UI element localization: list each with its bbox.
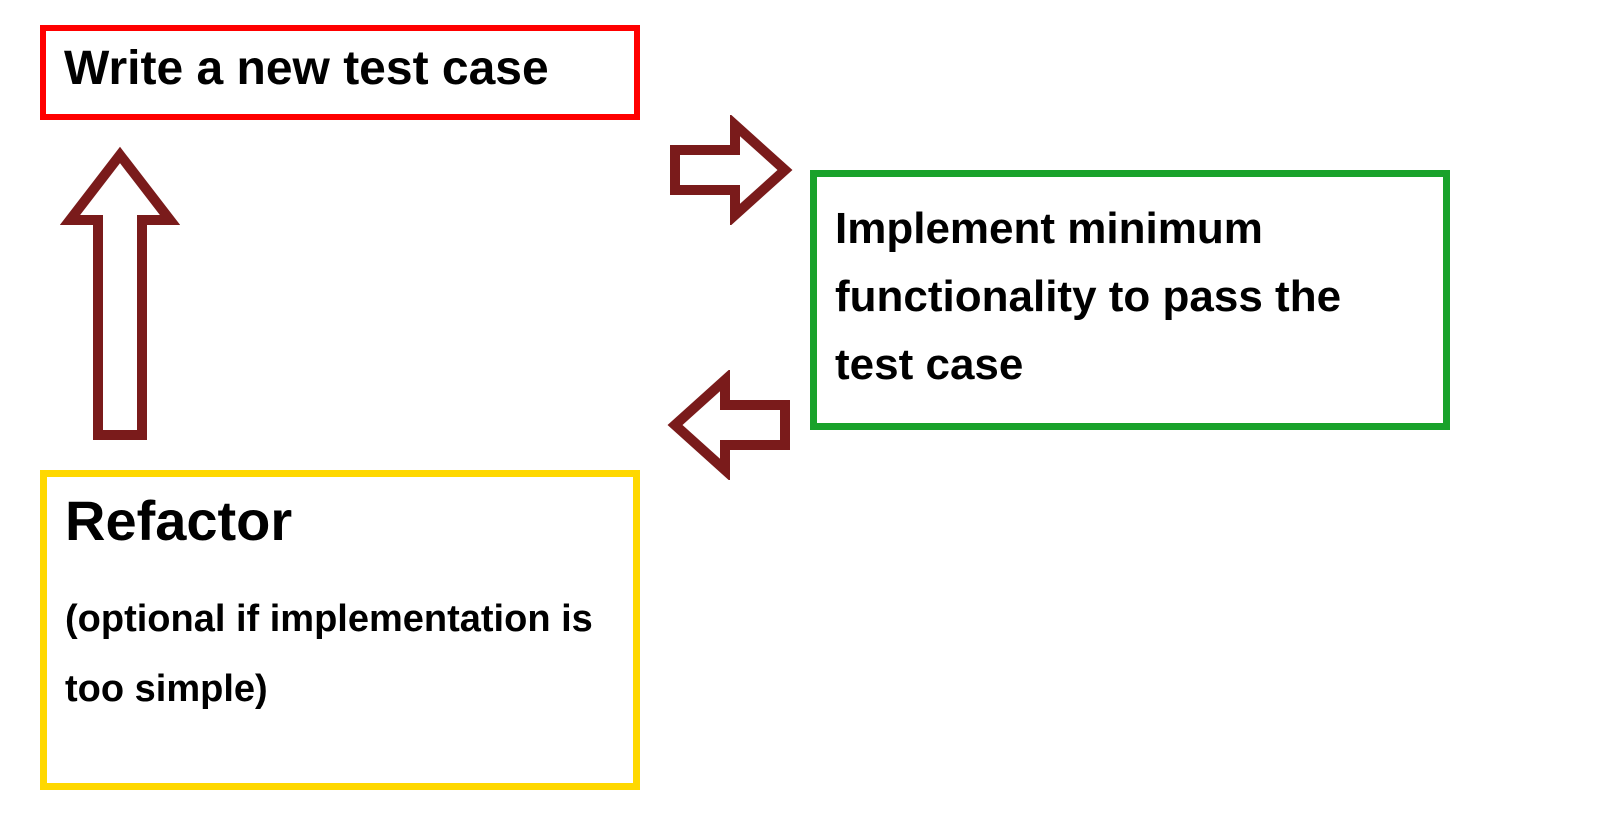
arrow-up-icon xyxy=(60,145,180,445)
box-implement: Implement minimum functionality to pass … xyxy=(810,170,1450,430)
box-refactor: Refactor (optional if implementation is … xyxy=(40,470,640,790)
refactor-subtitle: (optional if implementation is too simpl… xyxy=(65,584,615,725)
arrow-left-icon xyxy=(665,370,795,480)
refactor-title: Refactor xyxy=(65,487,615,554)
write-test-text: Write a new test case xyxy=(64,41,616,96)
box-write-test: Write a new test case xyxy=(40,25,640,120)
implement-text: Implement minimum functionality to pass … xyxy=(835,195,1425,400)
arrow-right-icon xyxy=(665,115,795,225)
